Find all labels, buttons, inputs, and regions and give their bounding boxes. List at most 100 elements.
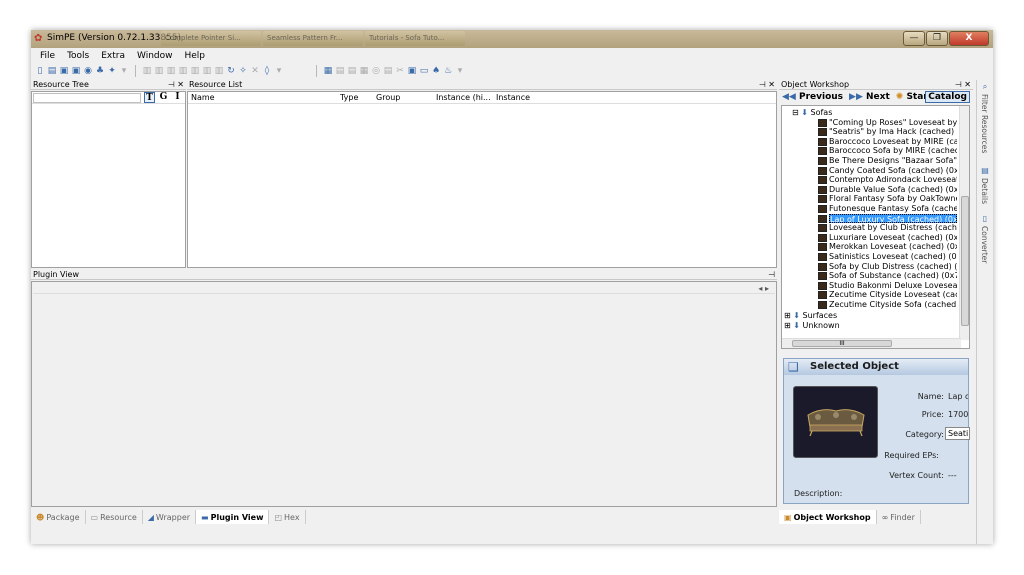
column-instance[interactable]: Instance (496, 93, 530, 102)
column-instance-hi[interactable]: Instance (hi... (436, 93, 491, 102)
tool-icon[interactable]: ✦ (107, 66, 117, 76)
plugin-scroll-arrows-icon[interactable]: ◂ ▸ (758, 283, 769, 294)
tree-item-object[interactable]: Baroccoco Sofa by MIRE (cached) (829, 146, 957, 156)
tree-item-object[interactable]: Be There Designs "Bazaar Sofa" (c (829, 156, 957, 166)
menu-tools[interactable]: Tools (67, 51, 89, 61)
fire-icon[interactable]: ♨ (443, 66, 453, 76)
wizard-icon[interactable]: ✧ (238, 66, 248, 76)
tab-finder[interactable]: ∞ Finder (877, 510, 921, 524)
menu-file[interactable]: File (40, 51, 55, 61)
catalog-button[interactable]: Catalog (925, 91, 970, 103)
properties-icon[interactable]: ▤ (383, 66, 393, 76)
tree-item-object[interactable]: Satinistics Loveseat (cached) (0x7 (829, 252, 957, 262)
bg-tab[interactable]: Seamless Pattern Fr... (263, 31, 363, 46)
scissors-icon[interactable]: ✂ (395, 66, 405, 76)
import-icon[interactable]: ▥ (202, 66, 212, 76)
dropdown-chevron-icon[interactable]: ▾ (455, 66, 465, 76)
document-icon[interactable]: ▤ (335, 66, 345, 76)
category-dropdown[interactable]: Seati (945, 427, 970, 440)
open-folder-icon[interactable]: ▤ (47, 66, 57, 76)
menu-extra[interactable]: Extra (101, 51, 125, 61)
column-group[interactable]: Group (376, 93, 400, 102)
save-as-icon[interactable]: ▣ (71, 66, 81, 76)
delete-icon[interactable]: ▥ (214, 66, 224, 76)
paste-icon[interactable]: ▥ (166, 66, 176, 76)
camera-icon[interactable]: ▭ (419, 66, 429, 76)
grid-icon[interactable]: ▦ (359, 66, 369, 76)
column-type[interactable]: Type (340, 93, 358, 102)
tab-hex[interactable]: ◰ Hex (269, 510, 306, 524)
globe-icon[interactable]: ◉ (83, 66, 93, 76)
side-tab-filter-resources[interactable]: Filter Resources (980, 94, 989, 153)
previous-button[interactable]: ◀◀ Previous (782, 92, 843, 102)
bg-tab[interactable]: Tutorials - Sofa Tuto... (365, 31, 465, 46)
selected-object-panel: ❑ Selected Object Name: Lap o Price: 170… (783, 358, 970, 504)
dropdown-chevron-icon[interactable]: ▾ (119, 66, 129, 76)
tag-icon[interactable]: ◊ (262, 66, 272, 76)
pane-pin-close-icon[interactable]: ⊣ ✕ (759, 80, 775, 90)
menu-window[interactable]: Window (137, 51, 173, 61)
tree-item-object[interactable]: Loveseat by Club Distress (cache (829, 223, 957, 233)
pane-pin-close-icon[interactable]: ⊣ ✕ (168, 80, 184, 90)
resource-tree-filter-field[interactable] (33, 93, 141, 103)
dropdown-chevron-icon[interactable]: ▾ (274, 66, 284, 76)
tab-package[interactable]: ☻ Package (31, 510, 86, 524)
close-button[interactable]: X (949, 31, 989, 46)
toggle-g-button[interactable]: G (158, 92, 169, 103)
copy-icon[interactable]: ▥ (154, 66, 164, 76)
cut-icon[interactable]: ▥ (142, 66, 152, 76)
refresh-icon[interactable]: ↻ (226, 66, 236, 76)
object-thumbnail-icon (818, 205, 827, 213)
info-icon[interactable]: ◎ (371, 66, 381, 76)
save-icon[interactable]: ▣ (59, 66, 69, 76)
tree-item-object[interactable]: Baroccoco Loveseat by MIRE (cac (829, 137, 957, 147)
tree-icon[interactable]: ♠ (431, 66, 441, 76)
tree-item-object[interactable]: Floral Fantasy Sofa by OakTowne (829, 194, 957, 204)
replace-icon[interactable]: ▥ (178, 66, 188, 76)
list-icon[interactable]: ▤ (347, 66, 357, 76)
tab-wrapper[interactable]: ◢ Wrapper (143, 510, 197, 524)
tree-item-object[interactable]: Studio Bakonmi Deluxe Loveseat ( (829, 281, 957, 291)
pane-pin-icon[interactable]: ⊣ (768, 270, 775, 280)
pane-pin-close-icon[interactable]: ⊣ ✕ (955, 80, 971, 90)
tree-item-object[interactable]: Sofa of Substance (cached) (0x7F (829, 271, 957, 281)
next-button[interactable]: ▶▶ Next (849, 92, 890, 102)
side-tab-converter[interactable]: Converter (980, 226, 989, 263)
tree-item-object[interactable]: Sofa by Club Distress (cached) (0x (829, 262, 957, 272)
menu-help[interactable]: Help (185, 51, 206, 61)
tree-node-sofas[interactable]: ⊟ ⬇ Sofas (792, 108, 832, 118)
scrollbar-thumb[interactable]: III (792, 340, 892, 347)
tree-item-object[interactable]: Zecutime Cityside Sofa (cached) ( (829, 300, 957, 310)
tree-item-object[interactable]: Lap of Luxury Sofa (cached) (0x7 (829, 213, 957, 224)
tree-horizontal-scrollbar[interactable]: III (782, 338, 961, 348)
tree-item-object[interactable]: "Seatris" by Ima Hack (cached) (0 (829, 127, 957, 137)
tree-vertical-scrollbar[interactable] (959, 106, 969, 340)
tree-item-object[interactable]: Merokkan Loveseat (cached) (0x7 (829, 242, 957, 252)
side-tab-details[interactable]: Details (980, 178, 989, 204)
tree-node-surfaces[interactable]: ⊞ ⬇ Surfaces (784, 311, 837, 321)
toggle-i-button[interactable]: I (172, 92, 183, 103)
tree-item-object[interactable]: Futonesque Fantasy Sofa (cached (829, 204, 957, 214)
tree-item-object[interactable]: Luxuriare Loveseat (cached) (0x7 (829, 233, 957, 243)
close-file-icon[interactable]: ✕ (250, 66, 260, 76)
new-file-icon[interactable]: ▯ (35, 66, 45, 76)
bg-tab[interactable]: Complete Pointer Si... (161, 31, 261, 46)
tree-node-unknown[interactable]: ⊞ ⬇ Unknown (784, 321, 840, 331)
maximize-button[interactable]: ❐ (926, 31, 948, 46)
scrollbar-thumb[interactable] (961, 196, 969, 326)
package-icon[interactable]: ▦ (323, 66, 333, 76)
column-name[interactable]: Name (191, 93, 215, 102)
tree-item-object[interactable]: Zecutime Cityside Loveseat (cache (829, 290, 957, 300)
tree-item-object[interactable]: Candy Coated Sofa (cached) (0x7 (829, 166, 957, 176)
object-icon[interactable]: ▣ (407, 66, 417, 76)
tab-plugin-view[interactable]: ▬ Plugin View (196, 510, 270, 524)
tab-object-workshop[interactable]: ▣ Object Workshop (779, 510, 877, 524)
tree-item-object[interactable]: Durable Value Sofa (cached) (0x7f (829, 185, 957, 195)
tab-resource[interactable]: ▭ Resource (86, 510, 143, 524)
tree-item-object[interactable]: "Coming Up Roses" Loveseat by C (829, 118, 957, 128)
tree-item-object[interactable]: Contempto Adirondack Loveseat ( (829, 175, 957, 185)
toggle-t-button[interactable]: T (144, 92, 155, 103)
export-icon[interactable]: ▥ (190, 66, 200, 76)
people-icon[interactable]: ♣ (95, 66, 105, 76)
minimize-button[interactable]: — (903, 31, 925, 46)
